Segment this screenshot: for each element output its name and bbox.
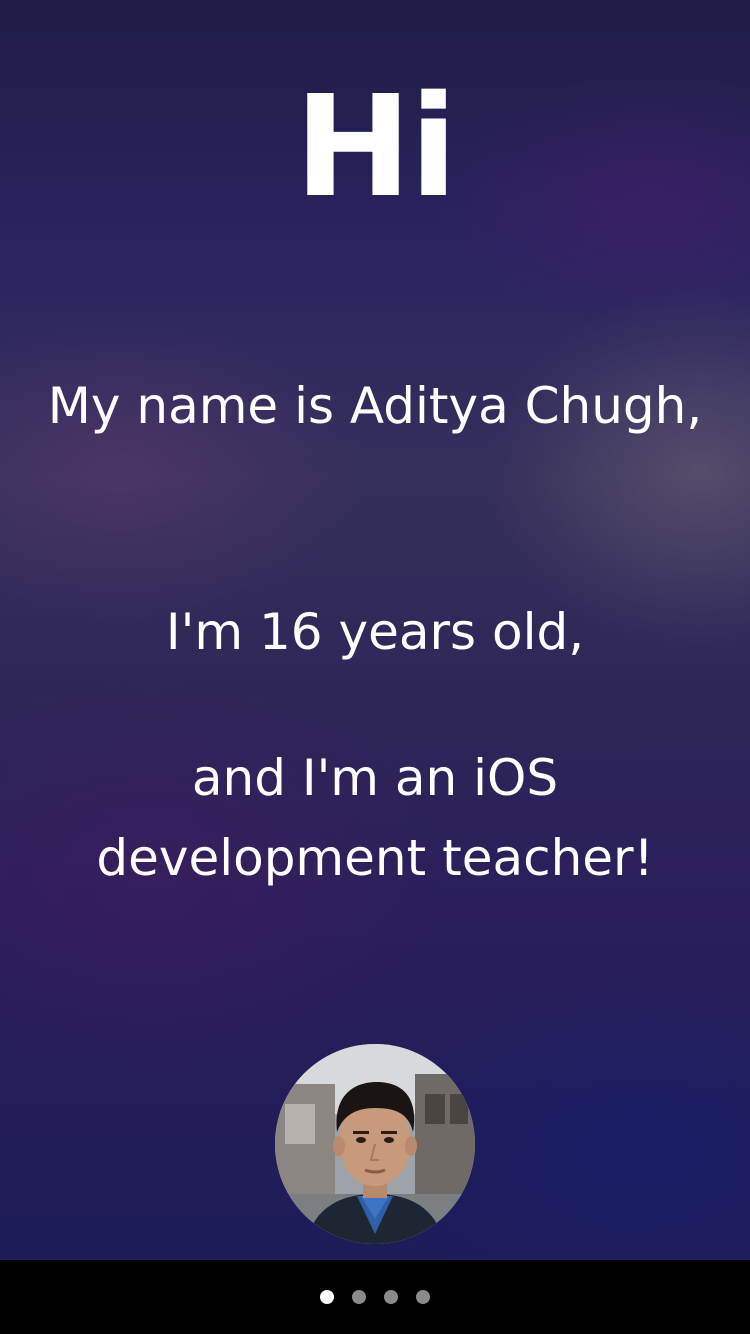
page-dot-2[interactable] <box>352 1290 366 1304</box>
page-control-bar <box>0 1260 750 1334</box>
page-dot-3[interactable] <box>384 1290 398 1304</box>
profile-photo <box>275 1044 475 1244</box>
page-dot-4[interactable] <box>416 1290 430 1304</box>
page-dot-1[interactable] <box>320 1290 334 1304</box>
intro-role-text: and I'm an iOS development teacher! <box>96 749 654 887</box>
hi-logo: Hi <box>294 66 457 229</box>
intro-name-text: My name is Aditya Chugh, <box>47 377 703 435</box>
person-photo-icon <box>275 1044 475 1244</box>
onboarding-screen: Hi My name is Aditya Chugh, I'm 16 years… <box>0 0 750 1334</box>
intro-age-text: I'm 16 years old, <box>165 603 585 661</box>
page-control[interactable] <box>0 1290 750 1306</box>
